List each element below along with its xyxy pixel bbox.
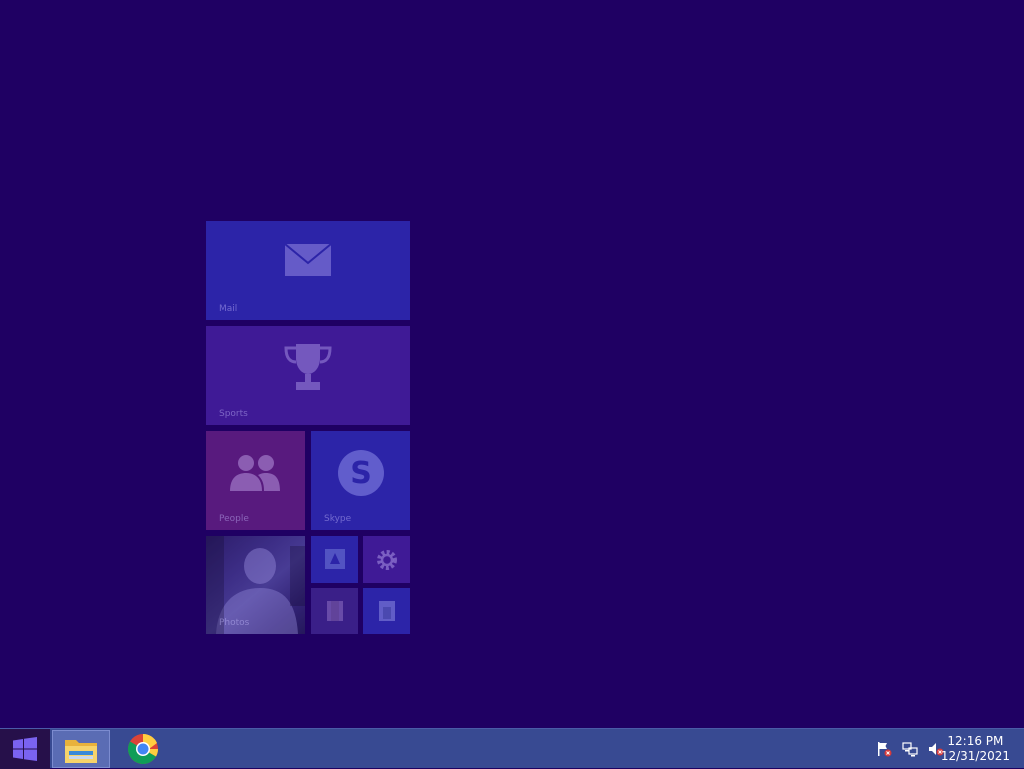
desktop-app-icon xyxy=(325,549,345,569)
tile-photos[interactable]: Photos xyxy=(206,536,305,634)
tile-mail-label: Mail xyxy=(219,304,238,314)
tile-sports-label: Sports xyxy=(219,409,248,419)
folder-icon xyxy=(379,601,395,621)
clock-date: 12/31/2021 xyxy=(940,749,1010,763)
tile-mail[interactable]: Mail xyxy=(206,221,410,320)
tile-people[interactable]: People xyxy=(206,431,305,530)
folder-icon xyxy=(65,740,97,763)
tile-folder-2[interactable] xyxy=(363,588,410,634)
taskbar-chrome[interactable] xyxy=(114,730,172,768)
mail-icon xyxy=(284,243,332,276)
svg-text:S: S xyxy=(350,456,372,491)
chrome-icon xyxy=(127,733,159,765)
windows-logo-icon xyxy=(13,737,37,761)
trophy-icon xyxy=(284,344,332,390)
tile-desktop-app[interactable] xyxy=(311,536,358,583)
clock[interactable]: 12:16 PM 12/31/2021 xyxy=(941,734,1010,764)
tile-skype-label: Skype xyxy=(324,514,352,524)
start-button[interactable] xyxy=(0,729,50,769)
tile-settings[interactable] xyxy=(363,536,410,583)
skype-icon: S xyxy=(338,450,384,496)
folder-icon xyxy=(327,601,343,621)
tile-sports[interactable]: Sports xyxy=(206,326,410,425)
tile-people-label: People xyxy=(219,514,249,524)
gear-icon xyxy=(377,550,397,570)
taskbar-file-explorer[interactable] xyxy=(52,730,110,768)
tile-skype[interactable]: S Skype xyxy=(311,431,410,530)
desktop: Mail Sports People S Skype Photos xyxy=(0,0,1024,728)
clock-time: 12:16 PM xyxy=(947,734,1004,748)
network-icon[interactable] xyxy=(902,741,918,757)
people-icon xyxy=(230,455,280,491)
tile-folder-1[interactable] xyxy=(311,588,358,634)
tile-photos-label: Photos xyxy=(219,618,250,628)
system-tray: 12:16 PM 12/31/2021 xyxy=(864,729,1024,769)
taskbar: 12:16 PM 12/31/2021 xyxy=(0,728,1024,769)
action-center-flag-icon[interactable] xyxy=(876,741,892,757)
start-tiles-group: Mail Sports People S Skype Photos xyxy=(206,221,410,634)
